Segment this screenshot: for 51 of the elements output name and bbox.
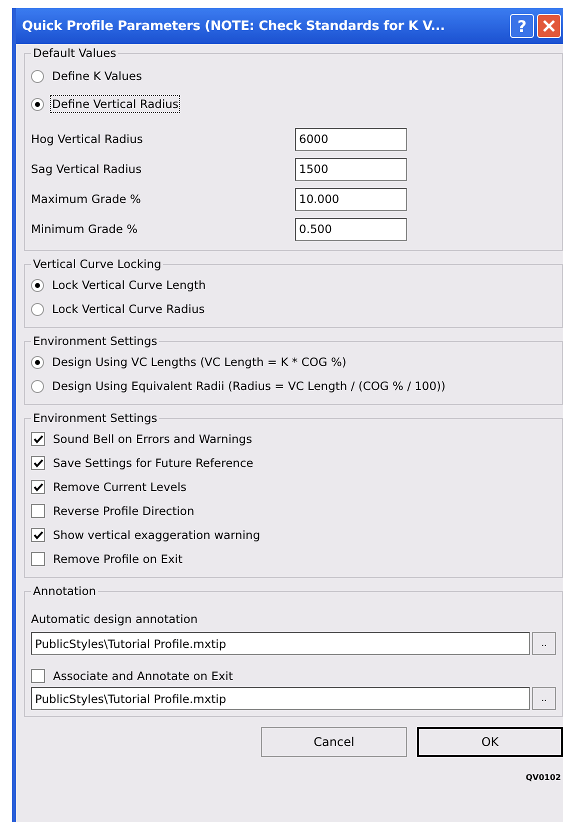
checkbox[interactable] <box>31 552 45 566</box>
checkbox[interactable] <box>31 669 45 683</box>
radio-button[interactable] <box>31 380 44 392</box>
input-field[interactable]: PublicStyles\Tutorial Profile.mxtip <box>31 632 530 655</box>
input-field[interactable]: 10.000 <box>295 188 407 210</box>
radio-button[interactable] <box>31 278 44 292</box>
input-field[interactable]: 1500 <box>295 158 407 180</box>
field-label: Sag Vertical Radius <box>31 162 143 176</box>
checkbox-label: Remove Current Levels <box>52 479 188 496</box>
window-title: Quick Profile Parameters (NOTE: Check Standards for K V... <box>22 18 446 34</box>
radio-label: Define K Values <box>51 68 143 85</box>
group-label: Vertical Curve Locking <box>32 257 162 271</box>
checkbox-label: Save Settings for Future Reference <box>52 455 254 472</box>
radio-label: Design Using Equivalent Radii (Radius = VC Length / (COG % / 100)) <box>51 378 447 395</box>
field-label: Maximum Grade % <box>31 192 142 206</box>
checkbox-label: Associate and Annotate on Exit <box>52 668 234 685</box>
input-field[interactable]: PublicStyles\Tutorial Profile.mxtip <box>31 687 530 710</box>
field-label: Automatic design annotation <box>31 612 199 626</box>
checkbox[interactable] <box>31 528 45 542</box>
radio-label: Define Vertical Radius <box>50 95 180 113</box>
checkbox-label: Reverse Profile Direction <box>52 503 196 520</box>
help-button[interactable]: ? <box>510 14 534 38</box>
browse-button[interactable]: .. <box>532 632 556 655</box>
dialog-button[interactable]: Cancel <box>261 727 407 757</box>
close-icon <box>542 19 556 33</box>
field-label: Minimum Grade % <box>31 222 139 236</box>
figure-code: QV0102 <box>524 773 562 782</box>
radio-button[interactable] <box>31 98 44 110</box>
dialog-button[interactable]: OK <box>417 727 563 757</box>
radio-label: Lock Vertical Curve Length <box>51 277 207 294</box>
radio-label: Lock Vertical Curve Radius <box>51 301 206 318</box>
group-label: Environment Settings <box>32 334 158 348</box>
close-button[interactable] <box>537 14 561 38</box>
checkbox[interactable] <box>31 504 45 518</box>
group-label: Annotation <box>32 584 98 598</box>
radio-button[interactable] <box>31 70 44 82</box>
checkbox-label: Show vertical exaggeration warning <box>52 527 262 544</box>
radio-label: Design Using VC Lengths (VC Length = K * COG %) <box>51 354 348 371</box>
input-field[interactable]: 0.500 <box>295 218 407 240</box>
browse-button[interactable]: .. <box>532 687 556 710</box>
group-label: Environment Settings <box>32 411 158 425</box>
radio-button[interactable] <box>31 302 44 316</box>
checkbox-label: Sound Bell on Errors and Warnings <box>52 431 254 448</box>
group-label: Default Values <box>32 46 118 60</box>
checkbox[interactable] <box>31 432 45 446</box>
checkbox[interactable] <box>31 480 45 494</box>
checkbox[interactable] <box>31 456 45 470</box>
field-label: Hog Vertical Radius <box>31 132 144 146</box>
radio-button[interactable] <box>31 356 44 368</box>
input-field[interactable]: 6000 <box>295 128 407 150</box>
checkbox-label: Remove Profile on Exit <box>52 551 184 568</box>
